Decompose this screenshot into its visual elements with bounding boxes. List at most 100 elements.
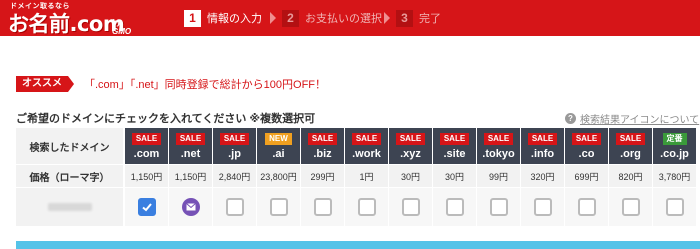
domain-tld: .work [352,147,381,160]
mail-icon[interactable] [181,198,200,216]
section-title: ご希望のドメインにチェックを入れてください ※複数選択可 [16,113,316,125]
domain-checkbox[interactable] [137,198,156,216]
domain-checkbox[interactable] [357,198,376,216]
domain-tld: .xyz [400,147,421,160]
domain-checkbox[interactable] [533,198,552,216]
domain-checkbox[interactable] [665,198,684,216]
domain-badge: SALE [615,132,646,145]
domain-header-cell: SALE .site [433,128,476,164]
domain-check-cell [301,188,344,226]
domain-check-cell [169,188,212,226]
search-result-icon-help-link[interactable]: ? 検索結果アイコンについて [565,111,699,126]
domain-tld: .net [180,147,201,160]
step-2-label: お支払いの選択 [305,13,382,25]
domain-badge: 定番 [662,132,687,145]
domain-badge: SALE [527,132,558,145]
domain-badge: SALE [131,132,162,145]
domain-header-cell: SALE .xyz [389,128,432,164]
site-header: ドメイン取るなら お名前.com by GMO 1 情報の入力 2 お支払いの選… [0,0,700,36]
promo-banner: オススメ 「.com」「.net」同時登録で総計から100円OFF！ [16,76,326,92]
domain-header-cell: SALE .jp [213,128,256,164]
domain-tld: .tokyo [482,147,515,160]
domain-checkbox[interactable] [445,198,464,216]
domain-badge: SALE [395,132,426,145]
searched-domain-name [16,188,124,226]
domain-tld: .site [443,147,466,160]
price-label: 価格（ローマ字） [16,165,124,187]
promo-text: 「.com」「.net」同時登録で総計から100円OFF！ [84,79,327,91]
domain-price: 99円 [477,165,520,187]
logo-gmo: by GMO [112,18,132,36]
domain-tld: .co [578,147,595,160]
domain-check-cell [653,188,696,226]
domain-price: 1,150円 [125,165,168,187]
domain-checkbox[interactable] [489,198,508,216]
domain-checkbox[interactable] [225,198,244,216]
domain-badge: SALE [307,132,338,145]
step-arrow-icon [270,12,276,24]
domain-header-cell: 定番 .co.jp [653,128,696,164]
domain-header-cell: SALE .biz [301,128,344,164]
domain-header-cell: NEW .ai [257,128,300,164]
domain-tld: .jp [228,147,241,160]
domain-header-cell: SALE .net [169,128,212,164]
domain-check-cell [565,188,608,226]
domain-tld: .com [133,147,160,160]
domain-checkbox[interactable] [577,198,596,216]
domain-checkbox[interactable] [401,198,420,216]
domain-checkbox[interactable] [269,198,288,216]
domain-header-cell: SALE .info [521,128,564,164]
domain-tld: .info [530,147,555,160]
domain-header-cell: SALE .tokyo [477,128,520,164]
step-1-number: 1 [184,9,201,27]
domain-badge: SALE [483,132,514,145]
domain-price: 30円 [389,165,432,187]
domain-price: 1円 [345,165,388,187]
domain-header-cell: SALE .com [125,128,168,164]
domain-price: 299円 [301,165,344,187]
promo-badge: オススメ [16,76,74,92]
table-checkbox-row [16,188,696,226]
domain-tld: .ai [272,147,285,160]
domain-price: 23,800円 [257,165,300,187]
domain-header-cell: SALE .org [609,128,652,164]
domain-check-cell [521,188,564,226]
domain-price: 2,840円 [213,165,256,187]
checkmark-icon [141,203,152,212]
redacted-domain-text [47,203,92,211]
domain-price: 699円 [565,165,608,187]
domain-header-cell: SALE .co [565,128,608,164]
domain-header-cell: SALE .work [345,128,388,164]
step-arrow-icon [384,12,390,24]
step-3-number: 3 [396,9,413,27]
onamae-logo[interactable]: ドメイン取るなら お名前.com by GMO [8,1,140,36]
domain-tld: .biz [313,147,332,160]
domain-price: 820円 [609,165,652,187]
step-3-label: 完了 [419,13,441,25]
step-1: 1 情報の入力 [184,9,262,27]
domain-check-cell [125,188,168,226]
domain-badge: SALE [571,132,602,145]
domain-check-cell [433,188,476,226]
step-2: 2 お支払いの選択 [282,9,382,27]
searched-domain-label: 検索したドメイン [16,128,124,164]
domain-price: 320円 [521,165,564,187]
domain-tld: .co.jp [660,147,689,160]
help-link-text: 検索結果アイコンについて [580,115,700,126]
domain-check-cell [609,188,652,226]
domain-badge: SALE [175,132,206,145]
logo-wordmark: お名前.com [8,12,125,36]
domain-checkbox[interactable] [313,198,332,216]
domain-checkbox[interactable] [621,198,640,216]
domain-badge: SALE [219,132,250,145]
domain-check-cell [477,188,520,226]
step-1-label: 情報の入力 [207,13,262,25]
domain-price: 1,150円 [169,165,212,187]
domain-check-cell [257,188,300,226]
step-3: 3 完了 [396,9,441,27]
domain-price: 3,780円 [653,165,696,187]
step-2-number: 2 [282,9,299,27]
domain-price: 30円 [433,165,476,187]
domain-check-cell [389,188,432,226]
domain-badge: NEW [265,132,292,145]
